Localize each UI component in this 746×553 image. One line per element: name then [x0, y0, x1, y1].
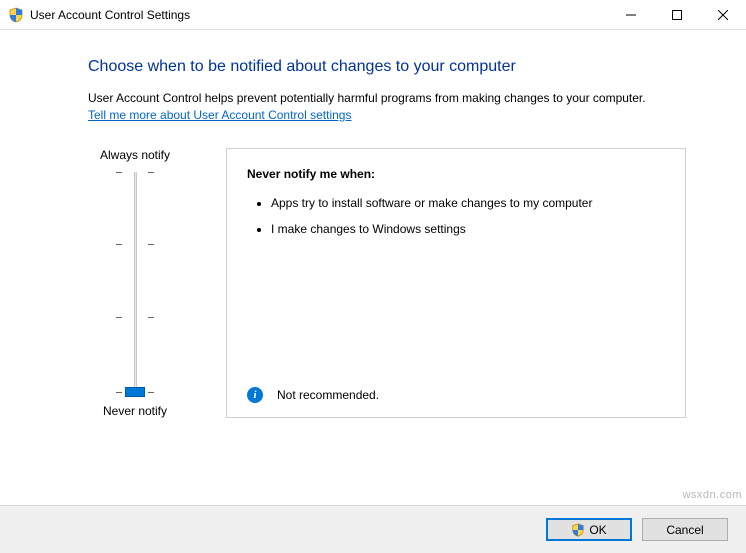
- cancel-button-label: Cancel: [666, 523, 703, 537]
- maximize-button[interactable]: [654, 0, 700, 30]
- notification-info-panel: Never notify me when: Apps try to instal…: [226, 148, 686, 418]
- content-area: Choose when to be notified about changes…: [0, 30, 746, 418]
- status-text: Not recommended.: [277, 388, 379, 402]
- cancel-button[interactable]: Cancel: [642, 518, 728, 541]
- page-heading: Choose when to be notified about changes…: [88, 58, 686, 76]
- learn-more-link[interactable]: Tell me more about User Account Control …: [88, 108, 351, 122]
- description-text: User Account Control helps prevent poten…: [88, 91, 646, 105]
- info-bullet: Apps try to install software or make cha…: [271, 195, 665, 211]
- info-title: Never notify me when:: [247, 167, 665, 181]
- shield-icon: [8, 7, 24, 23]
- slider-thumb[interactable]: [125, 387, 145, 397]
- dialog-footer: OK Cancel: [0, 505, 746, 553]
- window-title: User Account Control Settings: [30, 8, 190, 22]
- info-bullet-list: Apps try to install software or make cha…: [247, 195, 665, 247]
- slider-track[interactable]: [123, 172, 147, 392]
- close-button[interactable]: [700, 0, 746, 30]
- page-description: User Account Control helps prevent poten…: [88, 90, 686, 124]
- ok-button[interactable]: OK: [546, 518, 632, 541]
- minimize-button[interactable]: [608, 0, 654, 30]
- ok-button-label: OK: [589, 523, 606, 537]
- watermark: wsxdn.com: [682, 489, 742, 501]
- slider-label-top: Always notify: [100, 148, 170, 162]
- info-icon: i: [247, 387, 263, 403]
- slider-label-bottom: Never notify: [103, 404, 167, 418]
- info-bullet: I make changes to Windows settings: [271, 221, 665, 237]
- shield-icon: [571, 523, 585, 537]
- titlebar: User Account Control Settings: [0, 0, 746, 30]
- notification-slider: Always notify Never notify: [88, 148, 182, 418]
